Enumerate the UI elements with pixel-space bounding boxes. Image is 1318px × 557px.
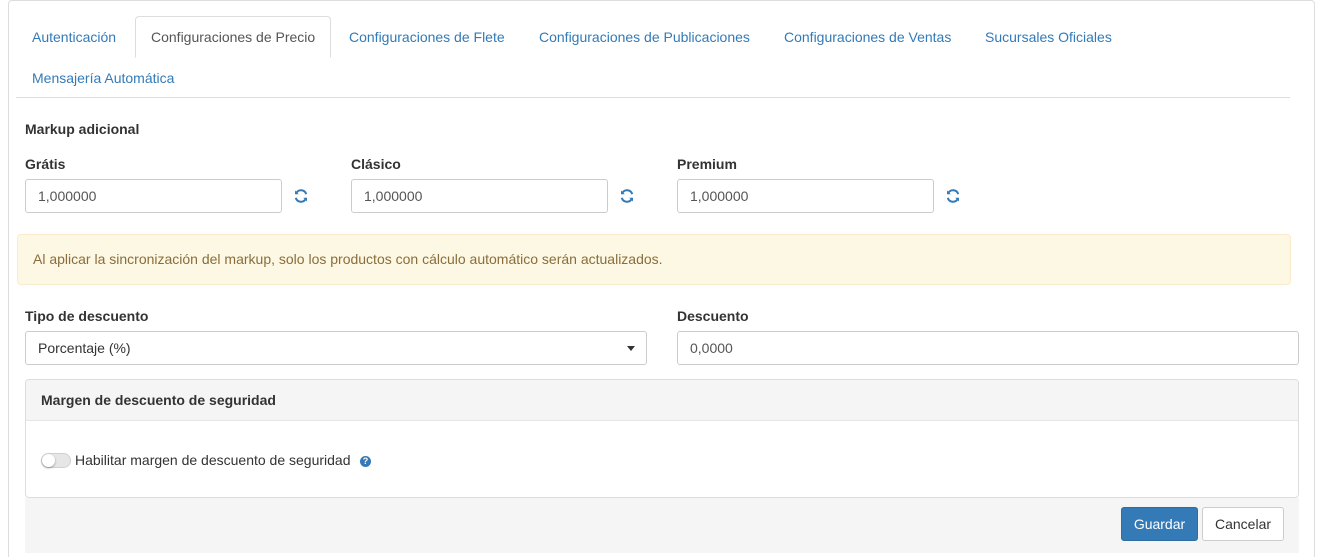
form-footer: Guardar Cancelar	[25, 498, 1299, 553]
premium-label: Premium	[677, 156, 737, 172]
tab-configuraciones-de-precio[interactable]: Configuraciones de Precio	[135, 16, 332, 58]
cancel-button[interactable]: Cancelar	[1202, 507, 1284, 541]
markup-sync-warning: Al aplicar la sincronización del markup,…	[17, 234, 1291, 285]
tab-mensajeria-automatica[interactable]: Mensajería Automática	[32, 57, 174, 99]
discount-type-select[interactable]: Porcentaje (%)	[25, 331, 647, 365]
discount-value-label: Descuento	[677, 308, 749, 324]
clasico-label: Clásico	[351, 156, 401, 172]
premium-markup-input[interactable]: 1,000000	[677, 179, 934, 213]
caret-down-icon	[627, 346, 635, 351]
security-margin-toggle-label: Habilitar margen de descuento de segurid…	[75, 452, 351, 468]
save-button[interactable]: Guardar	[1121, 507, 1198, 541]
markup-section-title: Markup adicional	[25, 121, 140, 137]
tab-configuraciones-de-flete[interactable]: Configuraciones de Flete	[349, 16, 505, 58]
gratis-label: Grátis	[25, 156, 66, 172]
sync-icon[interactable]	[293, 188, 309, 204]
tab-configuraciones-de-publicaciones[interactable]: Configuraciones de Publicaciones	[539, 16, 750, 58]
clasico-markup-input[interactable]: 1,000000	[351, 179, 608, 213]
security-margin-title: Margen de descuento de seguridad	[26, 380, 1298, 421]
sync-icon[interactable]	[619, 188, 635, 204]
security-margin-panel: Margen de descuento de seguridad Habilit…	[25, 379, 1299, 498]
sync-icon[interactable]	[945, 188, 961, 204]
discount-value-input[interactable]: 0,0000	[677, 331, 1299, 365]
settings-tabs: Autenticación Configuraciones de Precio …	[16, 15, 1290, 98]
question-circle-icon[interactable]: ?	[360, 456, 371, 467]
security-margin-toggle[interactable]	[41, 453, 71, 468]
gratis-markup-input[interactable]: 1,000000	[25, 179, 282, 213]
tab-configuraciones-de-ventas[interactable]: Configuraciones de Ventas	[784, 16, 951, 58]
tab-autenticacion[interactable]: Autenticación	[32, 16, 116, 58]
toggle-knob	[42, 454, 55, 467]
discount-type-label: Tipo de descuento	[25, 308, 149, 324]
tab-sucursales-oficiales[interactable]: Sucursales Oficiales	[985, 16, 1112, 58]
discount-type-value: Porcentaje (%)	[38, 340, 131, 356]
